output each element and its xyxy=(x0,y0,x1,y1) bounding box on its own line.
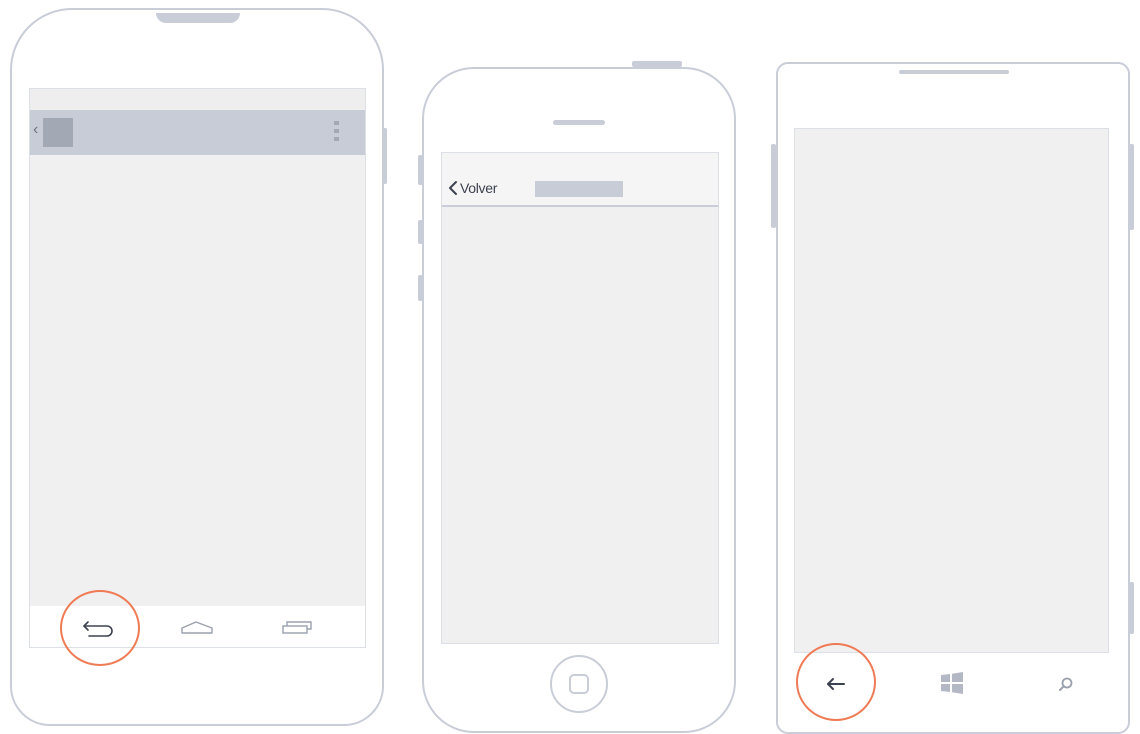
navigation-comparison-diagram: ‹ Volver xyxy=(0,0,1140,734)
wp-back-highlight-circle xyxy=(796,643,876,721)
search-icon[interactable] xyxy=(1059,677,1073,691)
wp-nav-buttons xyxy=(827,672,1073,694)
windows-logo-icon[interactable] xyxy=(941,672,963,694)
